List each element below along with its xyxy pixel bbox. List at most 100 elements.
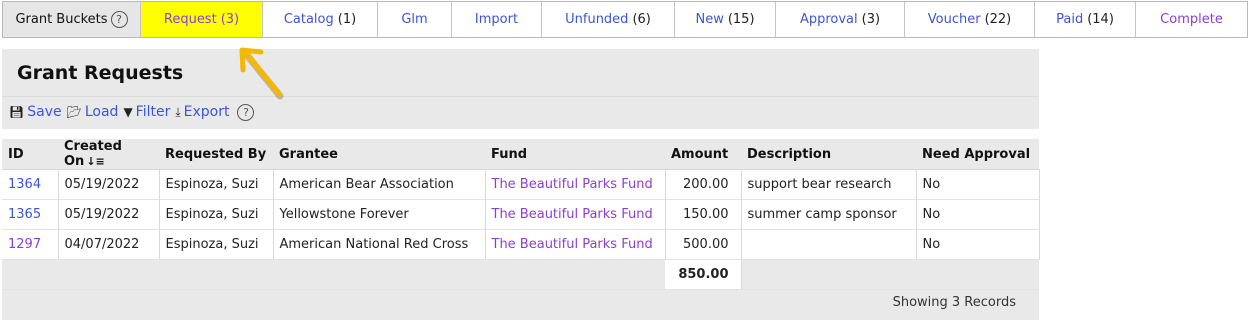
export-icon: ⤓ bbox=[175, 104, 181, 119]
help-icon[interactable]: ? bbox=[110, 11, 128, 28]
grant-buckets-label: Grant Buckets ? bbox=[3, 2, 141, 37]
need-approval-cell: No bbox=[916, 229, 1040, 260]
need-approval-cell: No bbox=[916, 169, 1040, 200]
tab-unfunded-count: (6) bbox=[632, 12, 651, 27]
page-title: Grant Requests bbox=[17, 62, 184, 84]
filter-label: Filter bbox=[135, 104, 171, 120]
grant-buckets-tabbar: Grant Buckets ? Request (3) Catalog (1) … bbox=[2, 1, 1248, 38]
save-label: Save bbox=[27, 104, 62, 120]
fund-cell: The Beautiful Parks Fund bbox=[485, 199, 666, 230]
toolbar: 💾︎ Save 📂︎ Load ▼ Filter ⤓ Export ? bbox=[9, 101, 255, 123]
tab-paid-count: (14) bbox=[1087, 12, 1114, 27]
arrow-icon bbox=[239, 47, 284, 100]
tab-glm[interactable]: Glm bbox=[378, 2, 452, 37]
tab-new-label: New bbox=[695, 12, 724, 27]
tab-request[interactable]: Request (3) bbox=[141, 2, 263, 37]
total-row: 850.00 bbox=[2, 259, 1039, 290]
tab-import-label: Import bbox=[474, 12, 519, 27]
record-count: Showing 3 Records bbox=[892, 295, 1016, 310]
tab-request-count: (3) bbox=[220, 12, 240, 27]
title-divider bbox=[2, 96, 1039, 97]
id-cell: 1365 bbox=[2, 199, 59, 230]
description-cell: support bear research bbox=[741, 169, 917, 200]
tab-voucher-label: Voucher bbox=[927, 12, 981, 27]
requested-by-cell: Espinoza, Suzi bbox=[159, 229, 274, 260]
filter-button[interactable]: ▼ Filter bbox=[123, 104, 170, 120]
tab-new[interactable]: New (15) bbox=[675, 2, 776, 37]
tab-paid-label: Paid bbox=[1056, 12, 1084, 27]
total-row-spacer bbox=[2, 259, 665, 290]
table-row: 1365 05/19/2022 Espinoza, Suzi Yellowsto… bbox=[2, 199, 1040, 230]
amount-cell: 150.00 bbox=[665, 199, 742, 230]
tab-glm-label: Glm bbox=[401, 12, 428, 27]
grant-requests-panel: Grant Requests 💾︎ Save 📂︎ Load ▼ Filter … bbox=[2, 49, 1040, 320]
col-header-created-on[interactable]: Created On ↓≡ bbox=[58, 139, 159, 170]
total-row-spacer-right bbox=[741, 259, 1039, 290]
tab-unfunded-label: Unfunded bbox=[565, 12, 629, 27]
filter-icon: ▼ bbox=[123, 105, 133, 119]
tab-catalog[interactable]: Catalog (1) bbox=[263, 2, 378, 37]
grantee-cell: American Bear Association bbox=[273, 169, 486, 200]
id-link[interactable]: 1364 bbox=[8, 177, 41, 192]
grant-requests-table: ID Created On ↓≡ Requested By Grantee Fun… bbox=[2, 139, 1040, 290]
col-header-need-approval[interactable]: Need Approval bbox=[916, 139, 1039, 170]
col-header-description[interactable]: Description bbox=[741, 139, 916, 170]
export-button[interactable]: ⤓ Export bbox=[175, 104, 229, 120]
tab-approval-count: (3) bbox=[861, 12, 881, 27]
created-on-cell: 05/19/2022 bbox=[58, 199, 160, 230]
amount-cell: 200.00 bbox=[665, 169, 742, 200]
table-row: 1297 04/07/2022 Espinoza, Suzi American … bbox=[2, 229, 1040, 260]
tab-unfunded[interactable]: Unfunded (6) bbox=[542, 2, 675, 37]
tab-approval-label: Approval bbox=[799, 12, 858, 27]
table-row: 1364 05/19/2022 Espinoza, Suzi American … bbox=[2, 169, 1040, 200]
export-label: Export bbox=[183, 104, 230, 120]
need-approval-cell: No bbox=[916, 199, 1040, 230]
id-cell: 1364 bbox=[2, 169, 59, 200]
grant-buckets-title: Grant Buckets bbox=[15, 12, 108, 27]
folder-open-icon: 📂︎ bbox=[66, 105, 82, 119]
total-amount: 850.00 bbox=[665, 259, 742, 290]
col-header-id[interactable]: ID bbox=[2, 139, 58, 170]
save-icon: 💾︎ bbox=[9, 105, 25, 119]
grantee-cell: American National Red Cross bbox=[273, 229, 486, 260]
toolbar-gap bbox=[2, 129, 1039, 139]
tab-new-count: (15) bbox=[727, 12, 755, 27]
tab-import[interactable]: Import bbox=[452, 2, 542, 37]
fund-link[interactable]: The Beautiful Parks Fund bbox=[492, 237, 653, 252]
load-label: Load bbox=[84, 104, 119, 120]
fund-cell: The Beautiful Parks Fund bbox=[485, 169, 666, 200]
description-cell: summer camp sponsor bbox=[741, 199, 917, 230]
col-header-grantee[interactable]: Grantee bbox=[273, 139, 485, 170]
created-on-cell: 04/07/2022 bbox=[58, 229, 160, 260]
load-button[interactable]: 📂︎ Load bbox=[67, 104, 119, 120]
fund-cell: The Beautiful Parks Fund bbox=[485, 229, 666, 260]
id-cell: 1297 bbox=[2, 229, 59, 260]
tab-catalog-label: Catalog bbox=[283, 12, 334, 27]
col-header-fund[interactable]: Fund bbox=[485, 139, 665, 170]
fund-link[interactable]: The Beautiful Parks Fund bbox=[492, 177, 653, 192]
created-on-cell: 05/19/2022 bbox=[58, 169, 160, 200]
tab-voucher-count: (22) bbox=[984, 12, 1012, 27]
col-header-amount[interactable]: Amount bbox=[665, 139, 741, 170]
description-cell bbox=[741, 229, 917, 260]
requested-by-cell: Espinoza, Suzi bbox=[159, 169, 274, 200]
toolbar-help-icon[interactable]: ? bbox=[237, 103, 255, 121]
tab-complete[interactable]: Complete bbox=[1136, 2, 1247, 37]
tab-complete-label: Complete bbox=[1160, 12, 1223, 27]
sort-descending-icon[interactable]: ↓≡ bbox=[86, 155, 104, 168]
table-header-row: ID Created On ↓≡ Requested By Grantee Fun… bbox=[2, 139, 1039, 170]
save-button[interactable]: 💾︎ Save bbox=[9, 104, 62, 120]
tab-catalog-count: (1) bbox=[337, 12, 357, 27]
amount-cell: 500.00 bbox=[665, 229, 742, 260]
id-link[interactable]: 1297 bbox=[8, 237, 41, 252]
fund-link[interactable]: The Beautiful Parks Fund bbox=[492, 207, 653, 222]
id-link[interactable]: 1365 bbox=[8, 207, 41, 222]
col-header-requested-by[interactable]: Requested By bbox=[159, 139, 273, 170]
tab-approval[interactable]: Approval (3) bbox=[776, 2, 905, 37]
tab-paid[interactable]: Paid (14) bbox=[1035, 2, 1136, 37]
requested-by-cell: Espinoza, Suzi bbox=[159, 199, 274, 230]
tab-voucher[interactable]: Voucher (22) bbox=[905, 2, 1035, 37]
tab-request-label: Request bbox=[163, 12, 217, 27]
annotation-arrow bbox=[239, 47, 284, 100]
grantee-cell: Yellowstone Forever bbox=[273, 199, 486, 230]
